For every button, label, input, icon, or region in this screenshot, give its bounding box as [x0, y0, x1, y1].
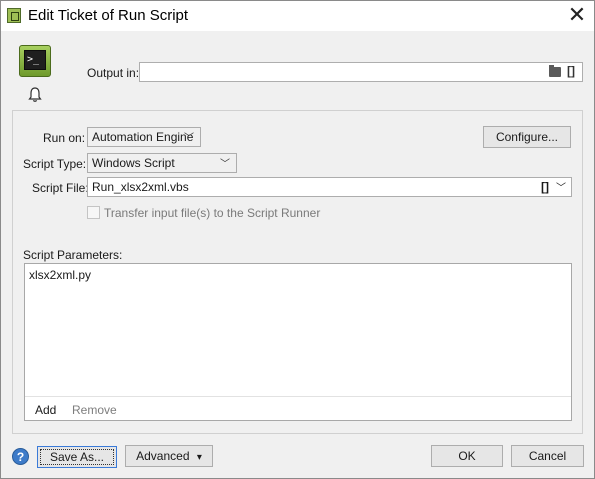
chevron-down-icon: ﹀ [220, 159, 230, 170]
run-on-dropdown[interactable]: Automation Engine ﹀ [87, 127, 201, 147]
script-type-label: Script Type: [23, 157, 87, 171]
save-as-button[interactable]: Save As... [37, 446, 117, 468]
script-parameters-label: Script Parameters: [23, 248, 123, 262]
output-in-label: Output in: [87, 66, 140, 80]
remove-button[interactable]: Remove [72, 403, 117, 417]
run-on-value: Automation Engine [92, 130, 194, 144]
window-title: Edit Ticket of Run Script [28, 7, 189, 24]
configure-button[interactable]: Configure... [483, 126, 571, 148]
ok-button[interactable]: OK [431, 445, 503, 467]
divider [25, 396, 571, 397]
terminal-icon: >_ [19, 45, 51, 77]
folder-icon[interactable] [549, 65, 561, 77]
bell-icon[interactable] [28, 87, 42, 103]
script-type-dropdown[interactable]: Windows Script ﹀ [87, 153, 237, 173]
chevron-down-icon: ﹀ [184, 133, 194, 144]
script-file-variable-icon[interactable]: [] [541, 178, 549, 196]
chevron-down-icon[interactable]: ﹀ [556, 180, 566, 198]
add-button[interactable]: Add [35, 403, 56, 417]
terminal-prompt: >_ [24, 50, 46, 70]
cancel-button[interactable]: Cancel [511, 445, 584, 467]
script-file-label: Script File: [32, 181, 89, 195]
help-icon[interactable]: ? [12, 448, 29, 465]
dropdown-arrow-icon: ▾ [196, 452, 202, 463]
transfer-label: Transfer input file(s) to the Script Run… [104, 206, 321, 220]
output-in-field[interactable] [139, 62, 583, 82]
script-type-value: Windows Script [92, 156, 175, 170]
advanced-button[interactable]: Advanced ▾ [125, 445, 213, 467]
script-parameters-list[interactable]: xlsx2xml.py Add Remove [24, 263, 572, 421]
script-file-value: Run_xlsx2xml.vbs [92, 180, 189, 194]
script-file-field[interactable]: Run_xlsx2xml.vbs [] ﹀ [87, 177, 572, 197]
list-item[interactable]: xlsx2xml.py [29, 268, 91, 282]
transfer-checkbox[interactable] [87, 206, 100, 219]
close-button[interactable]: ✕ [563, 3, 591, 29]
run-on-label: Run on: [43, 131, 86, 145]
output-variable-icon[interactable]: [] [567, 64, 575, 78]
advanced-label: Advanced [136, 449, 190, 463]
app-icon [7, 8, 21, 23]
title-bar: Edit Ticket of Run Script ✕ [1, 1, 594, 31]
dialog-window: Edit Ticket of Run Script ✕ >_ Output in… [0, 0, 595, 479]
